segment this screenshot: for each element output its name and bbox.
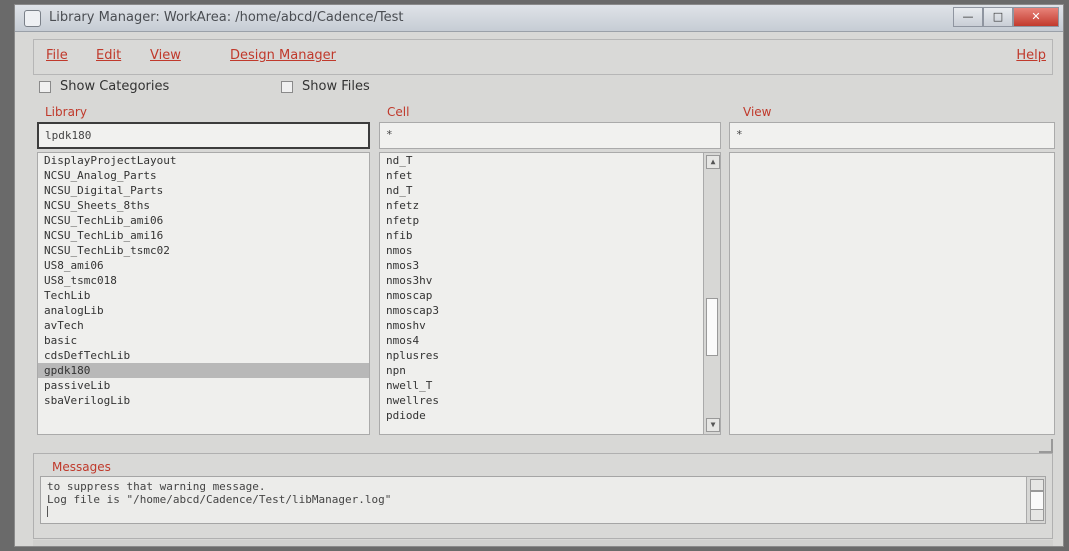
library-filter-input[interactable]: lpdk180: [37, 122, 370, 149]
cell-list-item[interactable]: nmos3: [380, 258, 720, 273]
view-list[interactable]: [729, 152, 1055, 435]
show-files-label: Show Files: [302, 79, 370, 94]
cell-list-item[interactable]: nmoscap3: [380, 303, 720, 318]
library-list[interactable]: DisplayProjectLayout NCSU_Analog_Parts NCS…: [37, 152, 370, 435]
message-line: to suppress that warning message.: [47, 480, 266, 493]
library-list-item[interactable]: TechLib: [38, 288, 369, 303]
library-list-item[interactable]: US8_ami06: [38, 258, 369, 273]
library-list-item[interactable]: sbaVerilogLib: [38, 393, 369, 408]
scroll-down-icon[interactable]: ▼: [706, 418, 720, 432]
cell-list[interactable]: nd_T nfet nd_T nfetz nfetp nfib nmos nmos3 nmos3…: [379, 152, 721, 435]
show-files-toggle[interactable]: Show Files: [281, 79, 370, 94]
close-button[interactable]: ✕: [1013, 7, 1059, 27]
menu-help[interactable]: Help: [1016, 48, 1046, 63]
cell-list-item[interactable]: nmoshv: [380, 318, 720, 333]
menu-bar: File Edit View Design Manager Help: [33, 39, 1053, 75]
view-filter-input[interactable]: *: [729, 122, 1055, 149]
app-icon: [24, 10, 41, 27]
menu-file[interactable]: File: [46, 48, 68, 63]
cell-list-item[interactable]: nmoscap: [380, 288, 720, 303]
cell-list-item[interactable]: pdiode: [380, 408, 720, 423]
text-caret: [47, 506, 48, 517]
library-list-item[interactable]: DisplayProjectLayout: [38, 153, 369, 168]
message-line: Log file is "/home/abcd/Cadence/Test/lib…: [47, 493, 392, 506]
cell-list-item[interactable]: nfetp: [380, 213, 720, 228]
library-list-item[interactable]: NCSU_Digital_Parts: [38, 183, 369, 198]
menu-design-manager[interactable]: Design Manager: [230, 48, 336, 63]
library-list-item[interactable]: gpdk180: [38, 363, 369, 378]
cell-list-item[interactable]: nd_T: [380, 183, 720, 198]
maximize-button[interactable]: □: [983, 7, 1013, 27]
menu-edit[interactable]: Edit: [96, 48, 121, 63]
scroll-up-icon[interactable]: ▲: [706, 155, 720, 169]
scroll-down-icon[interactable]: [1030, 509, 1044, 521]
library-list-item[interactable]: NCSU_TechLib_ami16: [38, 228, 369, 243]
cell-list-item[interactable]: nfet: [380, 168, 720, 183]
status-bar: [33, 540, 1053, 546]
show-categories-toggle[interactable]: Show Categories: [39, 79, 169, 94]
library-label: Library: [45, 105, 87, 119]
cell-list-item[interactable]: npn: [380, 363, 720, 378]
cell-list-item[interactable]: nmos: [380, 243, 720, 258]
menu-view[interactable]: View: [150, 48, 181, 63]
show-categories-label: Show Categories: [60, 79, 170, 94]
library-list-item[interactable]: avTech: [38, 318, 369, 333]
show-categories-checkbox[interactable]: [39, 80, 51, 93]
cell-list-item[interactable]: nfib: [380, 228, 720, 243]
library-list-item[interactable]: cdsDefTechLib: [38, 348, 369, 363]
cell-list-item[interactable]: nmos4: [380, 333, 720, 348]
cell-list-item[interactable]: nwellres: [380, 393, 720, 408]
view-label: View: [743, 105, 772, 119]
cell-list-item[interactable]: nwell_T: [380, 378, 720, 393]
messages-scroll-thumb[interactable]: [1030, 491, 1044, 511]
minimize-button[interactable]: —: [953, 7, 983, 27]
messages-label: Messages: [52, 460, 111, 474]
library-list-item[interactable]: US8_tsmc018: [38, 273, 369, 288]
library-manager-window: Library Manager: WorkArea: /home/abcd/Ca…: [14, 4, 1064, 547]
library-list-item[interactable]: passiveLib: [38, 378, 369, 393]
show-files-checkbox[interactable]: [281, 80, 293, 93]
cell-list-item[interactable]: nplusres: [380, 348, 720, 363]
cell-list-item[interactable]: nd_T: [380, 153, 720, 168]
messages-panel: Messages to suppress that warning messag…: [33, 453, 1053, 539]
window-controls: — □ ✕: [953, 7, 1059, 27]
cell-list-item[interactable]: nmos3hv: [380, 273, 720, 288]
library-list-item[interactable]: basic: [38, 333, 369, 348]
window-title: Library Manager: WorkArea: /home/abcd/Ca…: [49, 10, 404, 25]
cell-label: Cell: [387, 105, 410, 119]
cell-scroll-thumb[interactable]: [706, 298, 718, 356]
library-list-item[interactable]: analogLib: [38, 303, 369, 318]
title-bar[interactable]: Library Manager: WorkArea: /home/abcd/Ca…: [15, 5, 1063, 32]
cell-list-item[interactable]: nfetz: [380, 198, 720, 213]
messages-scrollbar[interactable]: [1026, 477, 1045, 523]
scroll-up-icon[interactable]: [1030, 479, 1044, 491]
library-list-item[interactable]: NCSU_Analog_Parts: [38, 168, 369, 183]
messages-output[interactable]: to suppress that warning message. Log fi…: [40, 476, 1046, 524]
library-list-item[interactable]: NCSU_TechLib_tsmc02: [38, 243, 369, 258]
cell-filter-input[interactable]: *: [379, 122, 721, 149]
library-list-item[interactable]: NCSU_Sheets_8ths: [38, 198, 369, 213]
cell-list-scrollbar[interactable]: ▲ ▼: [703, 153, 720, 434]
resize-grip-icon[interactable]: [1039, 439, 1053, 453]
library-list-item[interactable]: NCSU_TechLib_ami06: [38, 213, 369, 228]
